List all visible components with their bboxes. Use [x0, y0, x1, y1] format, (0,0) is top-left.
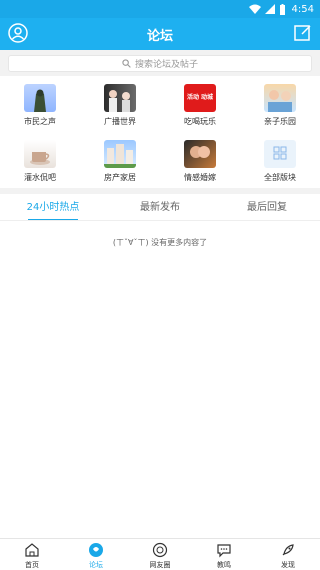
nav-messages[interactable]: 教鸣 [192, 539, 256, 570]
friends-circle-icon [152, 542, 168, 558]
empty-state-text: (ㄒˇ∀ˇㄒ) 没有更多内容了 [112, 238, 208, 247]
category-all-sections[interactable]: 全部版块 [240, 132, 320, 188]
city-voice-thumb [24, 84, 56, 112]
nav-messages-label: 教鸣 [217, 561, 231, 569]
love-marriage-thumb [184, 140, 216, 168]
wifi-icon [248, 4, 261, 14]
post-filter-tabs: 24小时热点 最新发布 最后回复 [0, 188, 320, 221]
forum-icon [89, 543, 103, 557]
nav-forum-label: 论坛 [89, 561, 103, 569]
status-time: 4:54 [291, 3, 314, 15]
all-sections-icon [264, 140, 296, 168]
radio-world-thumb [104, 84, 136, 112]
rocket-icon [282, 544, 294, 556]
category-label: 灌水侃吧 [24, 173, 56, 182]
compose-post-icon[interactable] [294, 24, 312, 42]
nav-forum[interactable]: 论坛 [64, 539, 128, 570]
home-icon [25, 543, 39, 557]
nav-home-label: 首页 [25, 561, 39, 569]
food-fun-thumb-text: 活动 动城 [186, 94, 214, 101]
category-radio-world[interactable]: 广播世界 [80, 76, 160, 132]
category-label: 全部版块 [264, 173, 296, 182]
category-label: 房产家居 [104, 173, 136, 182]
category-label: 亲子乐园 [264, 117, 296, 126]
category-label: 广播世界 [104, 117, 136, 126]
search-input[interactable]: 搜索论坛及帖子 [8, 55, 312, 72]
nav-discover[interactable]: 发现 [256, 539, 320, 570]
category-label: 情感婚嫁 [184, 173, 216, 182]
post-list: (ㄒˇ∀ˇㄒ) 没有更多内容了 [0, 220, 320, 538]
category-label: 吃喝玩乐 [184, 117, 216, 126]
app-header: 论坛 [0, 18, 320, 50]
nav-friends-circle[interactable]: 网友圈 [128, 539, 192, 570]
category-food-fun[interactable]: 活动 动城 吃喝玩乐 [160, 76, 240, 132]
real-estate-thumb [104, 140, 136, 168]
category-real-estate[interactable]: 房产家居 [80, 132, 160, 188]
category-chat-bar[interactable]: 灌水侃吧 [0, 132, 80, 188]
category-city-voice[interactable]: 市民之声 [0, 76, 80, 132]
category-family-park[interactable]: 亲子乐园 [240, 76, 320, 132]
nav-discover-label: 发现 [281, 561, 295, 569]
page-title: 论坛 [146, 29, 173, 44]
nav-home[interactable]: 首页 [0, 539, 64, 570]
category-label: 市民之声 [24, 117, 56, 126]
family-park-thumb [264, 84, 296, 112]
search-bar-area: 搜索论坛及帖子 [0, 50, 320, 76]
chat-bar-thumb [24, 140, 56, 168]
forum-category-grid: 市民之声 广播世界 活动 动城 吃喝玩乐 亲子乐园 灌水侃吧 房产家居 情感婚嫁… [0, 76, 320, 188]
chat-bubble-icon [217, 544, 231, 558]
battery-icon [279, 3, 285, 15]
search-placeholder: 搜索论坛及帖子 [134, 60, 198, 70]
signal-icon [264, 4, 275, 14]
status-bar: 4:54 [0, 0, 320, 18]
bottom-navigation: 首页 论坛 网友圈 教鸣 发现 [0, 538, 320, 570]
food-fun-thumb: 活动 动城 [184, 84, 216, 112]
category-love-marriage[interactable]: 情感婚嫁 [160, 132, 240, 188]
nav-friends-circle-label: 网友圈 [149, 561, 171, 569]
search-icon [122, 59, 131, 68]
